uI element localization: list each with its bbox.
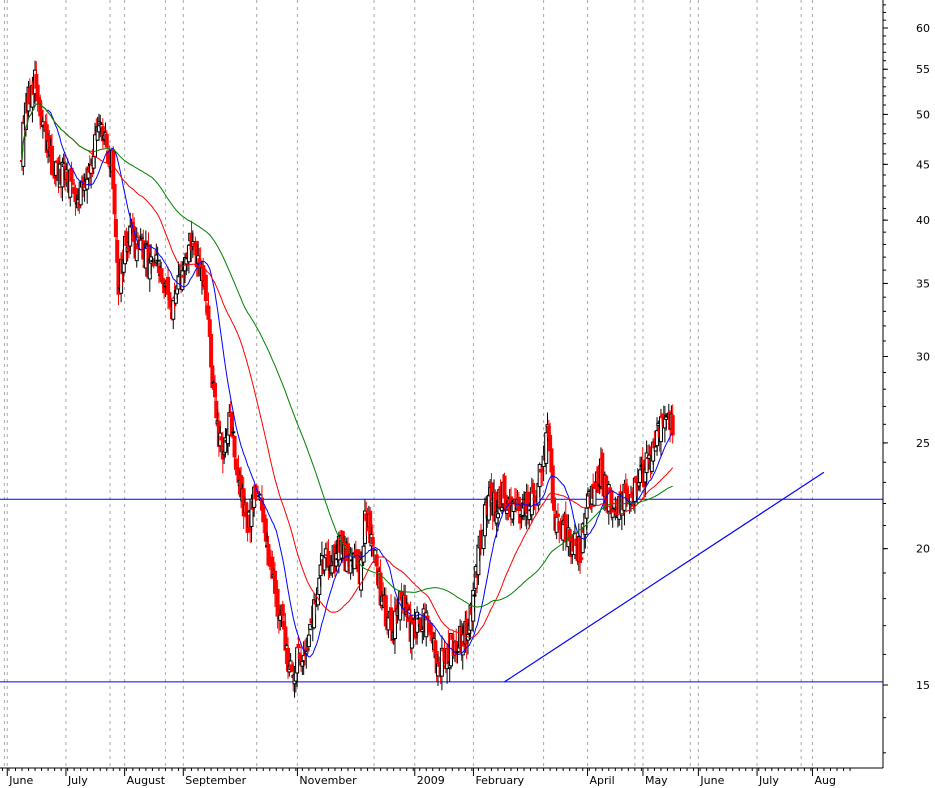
x-axis: June July August September November 2009 Febru… <box>1 768 851 787</box>
x-tick-label: April <box>590 774 615 787</box>
candle-body <box>670 415 675 436</box>
y-axis: 15 20 25 30 35 40 45 50 55 60 <box>883 4 930 754</box>
candle-body <box>409 622 414 649</box>
candle-body <box>295 647 300 674</box>
candle-body <box>579 557 584 560</box>
candle-body <box>296 643 301 648</box>
y-tick-label: 40 <box>916 214 930 227</box>
candle-body <box>555 513 560 517</box>
candle-body <box>531 482 536 494</box>
stock-price-chart: 15 20 25 30 35 40 45 50 55 60 June July August Septe… <box>0 0 930 787</box>
y-tick-label: 30 <box>916 351 930 364</box>
candle-body <box>495 513 500 519</box>
x-tick-label: July <box>758 774 779 787</box>
candle-body <box>203 274 208 302</box>
x-tick-label: May <box>645 774 668 787</box>
candle-body <box>112 183 117 215</box>
candle-body <box>584 507 589 519</box>
y-tick-label: 45 <box>916 158 930 171</box>
candle-body <box>155 259 160 262</box>
x-tick-label: Aug <box>814 774 835 787</box>
candle-body <box>592 487 597 506</box>
candle-body <box>306 634 311 648</box>
candle-body <box>361 545 366 563</box>
y-tick-label: 25 <box>916 437 930 450</box>
x-tick-label: 2009 <box>417 774 445 787</box>
candle-body <box>231 431 236 434</box>
y-tick-label: 50 <box>916 108 930 121</box>
x-tick-label: November <box>299 774 357 787</box>
y-tick-label: 35 <box>916 277 930 290</box>
x-tick-label: August <box>127 774 166 787</box>
x-tick-label: February <box>475 774 524 787</box>
x-tick-label: July <box>67 774 88 787</box>
candle-body <box>151 262 156 267</box>
x-tick-label: September <box>185 774 246 787</box>
x-tick-label: June <box>699 774 724 787</box>
candle-body <box>212 382 217 398</box>
y-tick-label: 20 <box>916 543 930 556</box>
y-tick-label: 60 <box>916 22 930 35</box>
y-tick-label: 15 <box>916 679 930 692</box>
x-tick-label: June <box>8 774 33 787</box>
y-tick-label: 55 <box>916 63 930 76</box>
